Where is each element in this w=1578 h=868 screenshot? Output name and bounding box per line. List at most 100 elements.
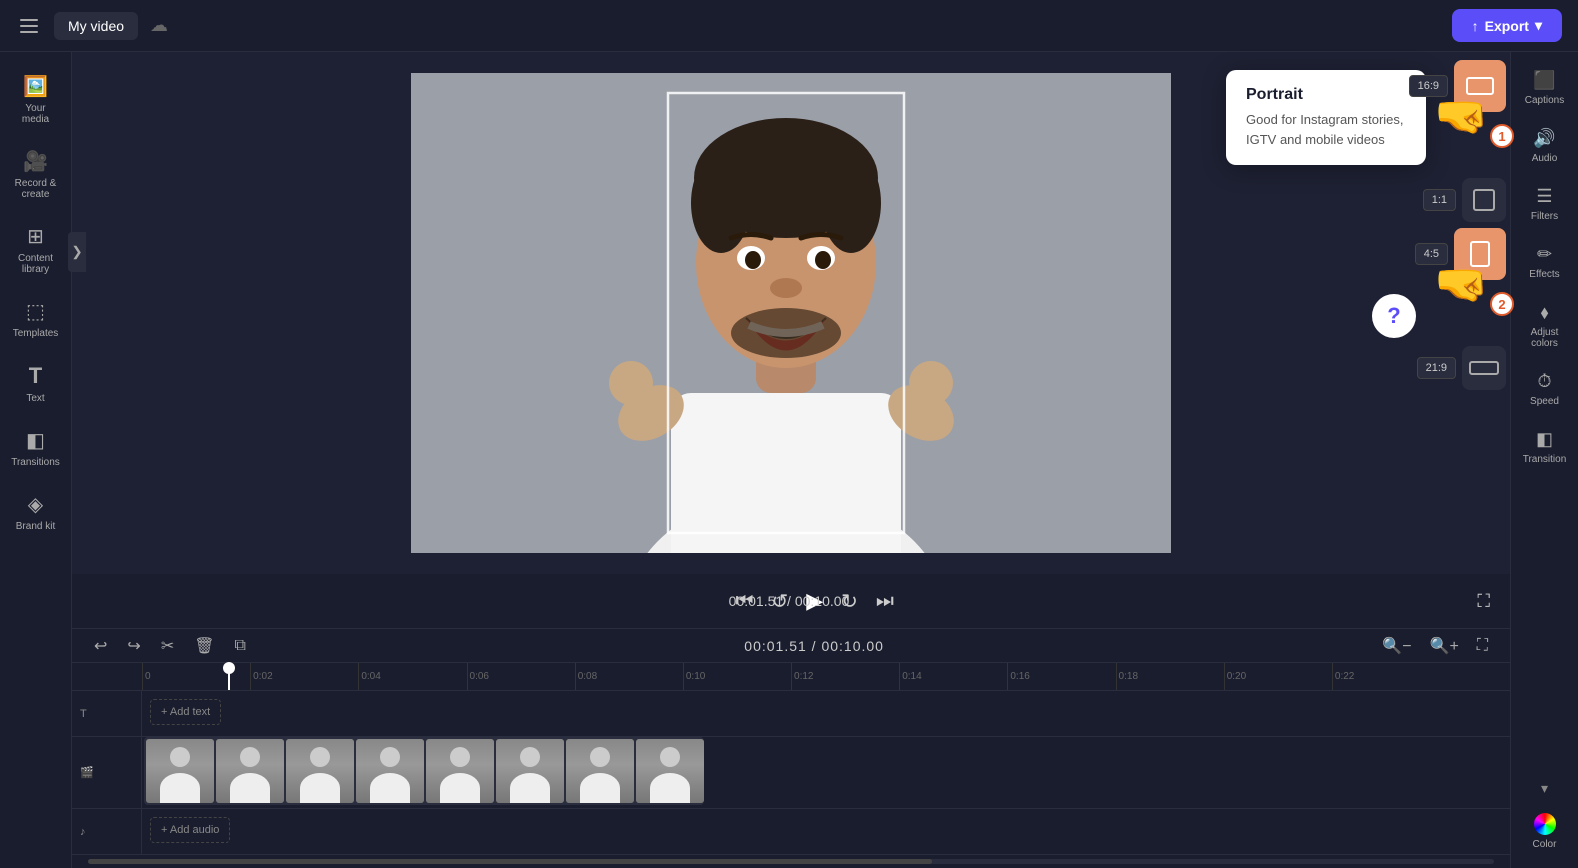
right-sidebar-chevron-down[interactable]: ▾ (1541, 780, 1548, 797)
right-label-audio: Audio (1532, 153, 1558, 164)
record-icon: 🎥 (23, 149, 48, 174)
export-icon: ↑ (1472, 18, 1479, 34)
sidebar-label-transitions: Transitions (11, 457, 60, 468)
right-item-speed[interactable]: ⏱ Speed (1514, 361, 1576, 417)
ruler-mark-7: 0:14 (899, 663, 1007, 690)
right-item-filters[interactable]: ☰ Filters (1514, 176, 1576, 232)
add-text-button[interactable]: + Add text (150, 699, 221, 725)
video-thumb-6 (496, 739, 564, 803)
ruler-mark-5: 0:10 (683, 663, 791, 690)
audio-track-icon: ♪ (80, 826, 86, 838)
ruler-mark-8: 0:16 (1007, 663, 1115, 690)
right-item-captions[interactable]: ⬛ Captions (1514, 60, 1576, 116)
filters-icon: ☰ (1536, 186, 1552, 207)
audio-icon: 🔊 (1533, 128, 1555, 149)
sidebar-label-content-library: Contentlibrary (18, 253, 53, 275)
sidebar-item-transitions[interactable]: ◧ Transitions (4, 418, 68, 478)
video-track-icon: 🎬 (80, 766, 94, 779)
delete-button[interactable]: 🗑 (188, 632, 220, 660)
help-button[interactable]: ? (1372, 294, 1416, 338)
center-area: ⏮ ↺ ▶ ↻ ⏭ 00:01.51 / 00:10.00 ⛶ ↩ ↪ ✂ 🗑 … (72, 52, 1510, 868)
right-label-captions: Captions (1525, 95, 1564, 106)
playback-controls: ⏮ ↺ ▶ ↻ ⏭ 00:01.51 / 00:10.00 ⛶ (72, 574, 1510, 628)
cut-button[interactable]: ✂ (155, 632, 180, 660)
video-preview (72, 52, 1510, 574)
video-track-content (142, 737, 1510, 808)
redo-button[interactable]: ↪ (121, 632, 146, 660)
audio-track-content: + Add audio (142, 809, 1510, 854)
timeline-scrollbar-thumb[interactable] (88, 859, 932, 864)
right-label-transition: Transition (1523, 454, 1567, 465)
timeline-scrollbar[interactable] (88, 859, 1494, 864)
timeline-ruler: 0 0:02 0:04 0:06 0:08 0:10 0:12 0:14 0:1… (72, 663, 1510, 691)
sidebar-item-your-media[interactable]: 🖼️ Your media (4, 64, 68, 135)
export-chevron-icon: ▾ (1535, 17, 1542, 34)
sidebar-item-text[interactable]: T Text (4, 353, 68, 414)
text-track: T + Add text (72, 691, 1510, 737)
audio-track: ♪ + Add audio (72, 809, 1510, 855)
sidebar-item-content-library[interactable]: ⊞ Contentlibrary (4, 214, 68, 285)
adjust-colors-icon: ⬧ (1540, 302, 1548, 323)
video-thumb-7 (566, 739, 634, 803)
zoom-in-button[interactable]: 🔍+ (1424, 632, 1465, 660)
fit-to-window-button[interactable]: ⛶ (1471, 633, 1494, 659)
project-name-button[interactable]: My video (54, 12, 138, 40)
timeline-tracks-wrapper: 0 0:02 0:04 0:06 0:08 0:10 0:12 0:14 0:1… (72, 663, 1510, 855)
text-icon: T (29, 363, 42, 389)
effects-icon: ✏ (1537, 244, 1552, 265)
sidebar-item-templates[interactable]: ⬚ Templates (4, 289, 68, 349)
brand-kit-icon: ◈ (28, 492, 43, 517)
topbar-left: My video ☁ (16, 12, 168, 40)
add-audio-button[interactable]: + Add audio (150, 817, 230, 843)
video-person-svg (411, 73, 1171, 553)
export-button[interactable]: ↑ Export ▾ (1452, 9, 1562, 42)
right-label-speed: Speed (1530, 396, 1559, 407)
topbar: My video ☁ ↑ Export ▾ (0, 0, 1578, 52)
timeline-playhead[interactable] (228, 663, 230, 690)
right-item-effects[interactable]: ✏ Effects (1514, 234, 1576, 290)
right-item-color[interactable]: Color (1514, 803, 1576, 860)
cloud-save-icon: ☁ (150, 15, 168, 36)
video-thumb-5 (426, 739, 494, 803)
ruler-mark-6: 0:12 (791, 663, 899, 690)
fullscreen-button[interactable]: ⛶ (1477, 591, 1490, 612)
video-thumb-2 (216, 739, 284, 803)
sidebar-item-record-create[interactable]: 🎥 Record &create (4, 139, 68, 210)
content-library-icon: ⊞ (27, 224, 44, 249)
timeline-zoom-controls: 🔍− 🔍+ ⛶ (1376, 632, 1494, 660)
right-label-adjust-colors: Adjustcolors (1531, 327, 1559, 349)
skip-to-end-button[interactable]: ⏭ (876, 590, 894, 613)
right-sidebar: ⬛ Captions 🔊 Audio ☰ Filters ✏ Effects ⬧… (1510, 52, 1578, 868)
templates-icon: ⬚ (26, 299, 45, 324)
timeline-area: ↩ ↪ ✂ 🗑 ⧉ 00:01.51 / 00:10.00 🔍− 🔍+ ⛶ (72, 628, 1510, 868)
undo-button[interactable]: ↩ (88, 632, 113, 660)
video-thumb-3 (286, 739, 354, 803)
right-label-filters: Filters (1531, 211, 1558, 222)
sidebar-label-your-media: Your media (12, 103, 60, 125)
text-track-label: T (72, 691, 142, 736)
zoom-out-button[interactable]: 🔍− (1376, 632, 1417, 660)
text-track-content: + Add text (142, 691, 1510, 736)
media-icon: 🖼️ (23, 74, 48, 99)
sidebar-collapse-button[interactable]: ❯ (68, 232, 86, 272)
sidebar-label-brand-kit: Brand kit (16, 521, 55, 532)
sidebar-label-record: Record &create (15, 178, 57, 200)
right-item-transition[interactable]: ◧ Transition (1514, 419, 1576, 475)
preview-container (411, 73, 1171, 553)
color-icon (1534, 813, 1556, 835)
right-item-adjust-colors[interactable]: ⬧ Adjustcolors (1514, 292, 1576, 359)
sidebar-label-templates: Templates (13, 328, 59, 339)
right-item-audio[interactable]: 🔊 Audio (1514, 118, 1576, 174)
sidebar-item-brand-kit[interactable]: ◈ Brand kit (4, 482, 68, 542)
right-label-color: Color (1533, 839, 1557, 850)
main-content: 🖼️ Your media 🎥 Record &create ⊞ Content… (0, 52, 1578, 868)
duplicate-button[interactable]: ⧉ (229, 633, 252, 659)
speed-icon: ⏱ (1537, 371, 1551, 392)
hamburger-button[interactable] (16, 15, 42, 37)
captions-icon: ⬛ (1533, 70, 1555, 91)
ruler-mark-2: 0:04 (358, 663, 466, 690)
time-display: 00:01.51 / 00:10.00 (729, 593, 850, 609)
video-thumb-8 (636, 739, 704, 803)
ruler-mark-9: 0:18 (1116, 663, 1224, 690)
audio-track-label: ♪ (72, 809, 142, 854)
